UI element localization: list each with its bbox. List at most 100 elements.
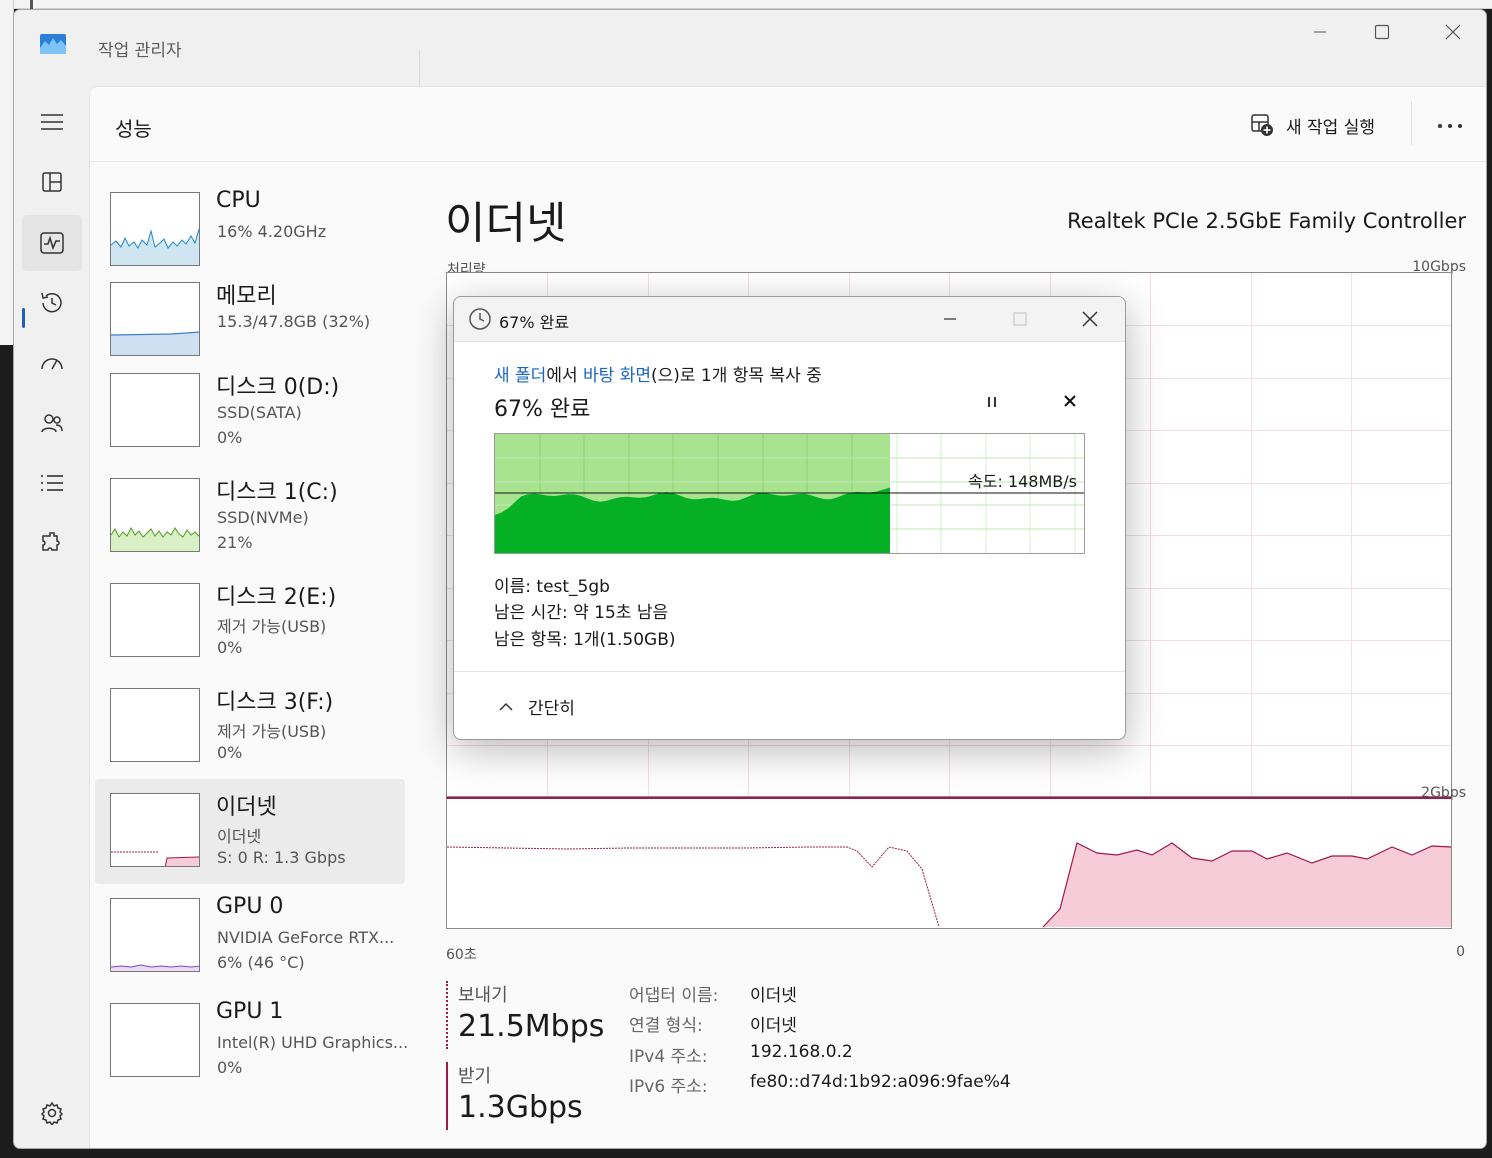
background-window-edge (30, 0, 33, 9)
send-value: 21.5Mbps (458, 1009, 605, 1044)
startup-icon (41, 358, 63, 370)
ethernet-thumbnail (110, 793, 200, 867)
resource-detail: Intel(R) UHD Graphics... (217, 1033, 409, 1052)
fewer-details-label: 간단히 (528, 699, 575, 719)
new-task-icon (1251, 114, 1273, 136)
resource-disk-2[interactable]: 디스크 2(E:) 제거 가능(USB) 0% (95, 569, 405, 674)
items-remaining: 남은 항목: 1개(1.50GB) (494, 630, 676, 650)
details-icon (41, 475, 63, 491)
nav-services[interactable] (22, 515, 82, 571)
adapter-name-value: 이더넷 (750, 986, 797, 1006)
task-manager-app-icon (40, 34, 66, 54)
performance-icon (40, 232, 64, 254)
resource-name: 이더넷 (216, 795, 277, 820)
resource-gpu-1[interactable]: GPU 1 Intel(R) UHD Graphics... 0% (95, 989, 409, 1094)
resource-name: CPU (216, 188, 261, 213)
resource-usage: 0% (217, 638, 243, 657)
maximize-button[interactable] (1361, 16, 1403, 48)
adapter-name-key: 어댑터 이름: (629, 986, 719, 1006)
ipv6-value: fe80::d74d:1b92:a096:9fae%4 (750, 1072, 1011, 1092)
copy-text-mid: 에서 (546, 366, 584, 386)
menu-button[interactable] (22, 94, 82, 150)
resource-name: 디스크 0(D:) (216, 375, 340, 400)
disk-2-thumbnail (110, 583, 200, 657)
maximize-icon (1374, 24, 1390, 40)
resource-name: GPU 0 (216, 894, 284, 919)
pause-icon (988, 397, 996, 407)
resource-disk-0[interactable]: 디스크 0(D:) SSD(SATA) 0% (95, 359, 405, 464)
resource-name: 디스크 2(E:) (216, 585, 337, 610)
copy-speed-graph: 속도: 148MB/s (494, 433, 1085, 554)
resource-usage: 21% (217, 533, 253, 552)
send-indicator (446, 981, 448, 1049)
time-axis-start: 60초 (446, 947, 477, 963)
pause-button[interactable] (984, 394, 1000, 415)
file-name: 이름: test_5gb (494, 577, 610, 597)
chevron-up-icon (499, 702, 513, 711)
resource-usage: 0% (217, 1058, 243, 1077)
minimize-icon (1314, 31, 1326, 33)
nav-performance[interactable] (22, 215, 82, 271)
progress-percent: 67% 완료 (494, 397, 591, 422)
background-window-strip (0, 0, 1492, 9)
nav-settings[interactable] (22, 1085, 82, 1141)
fewer-details-button[interactable]: 간단히 (498, 694, 575, 719)
nav-app-history[interactable] (22, 275, 82, 331)
receive-value: 1.3Gbps (458, 1090, 583, 1125)
time-remaining: 남은 시간: 약 15초 남음 (494, 603, 669, 623)
dialog-title: 67% 완료 (499, 313, 570, 332)
resource-disk-1[interactable]: 디스크 1(C:) SSD(NVMe) 21% (95, 464, 405, 569)
send-label: 보내기 (458, 985, 508, 1006)
close-icon (1445, 24, 1461, 40)
resource-detail: 15.3/47.8GB (32%) (217, 312, 371, 331)
nav-processes[interactable] (22, 154, 82, 210)
source-folder-link[interactable]: 새 폴더 (494, 366, 546, 386)
resource-gpu-0[interactable]: GPU 0 NVIDIA GeForce RTX... 6% (46 °C) (95, 884, 405, 989)
app-history-icon (41, 292, 62, 313)
cancel-copy-button[interactable] (1062, 393, 1078, 414)
resource-usage: S: 0 R: 1.3 Gbps (217, 848, 346, 867)
dialog-separator (454, 671, 1125, 672)
cpu-thumbnail (110, 192, 200, 266)
ipv4-value: 192.168.0.2 (750, 1042, 853, 1062)
maximize-icon (1013, 312, 1027, 326)
receive-indicator (446, 1062, 448, 1130)
throughput-graph-zoomed (446, 797, 1452, 929)
gpu-1-thumbnail (110, 1003, 200, 1077)
minimize-button[interactable] (1299, 16, 1341, 48)
minimize-icon (944, 318, 956, 320)
close-icon (1082, 311, 1098, 327)
close-button[interactable] (1432, 16, 1474, 48)
background-window-left (0, 0, 14, 345)
dialog-minimize-button[interactable] (930, 305, 970, 333)
dialog-close-button[interactable] (1070, 305, 1110, 333)
disk-1-thumbnail (110, 478, 200, 552)
destination-folder-link[interactable]: 바탕 화면 (583, 366, 651, 386)
header-divider (1411, 101, 1412, 145)
memory-thumbnail (110, 282, 200, 356)
window-title: 작업 관리자 (98, 41, 182, 61)
dialog-maximize-button[interactable] (1000, 305, 1040, 333)
more-options-button[interactable] (1436, 111, 1464, 135)
adapter-device-name: Realtek PCIe 2.5GbE Family Controller (1067, 209, 1466, 233)
resource-memory[interactable]: 메모리 15.3/47.8GB (32%) (95, 268, 405, 373)
page-header: 성능 새 작업 실행 (90, 87, 1486, 162)
copy-text-rest: (으)로 1개 항목 복사 중 (650, 366, 822, 386)
title-bar: 작업 관리자 (14, 10, 1486, 86)
resource-detail: 이더넷 (217, 827, 262, 846)
nav-users[interactable] (22, 395, 82, 451)
resource-ethernet[interactable]: 이더넷 이더넷 S: 0 R: 1.3 Gbps (95, 779, 405, 884)
connection-type-key: 연결 형식: (629, 1016, 703, 1036)
run-new-task-label: 새 작업 실행 (1286, 117, 1376, 138)
resource-detail: 16% 4.20GHz (217, 222, 327, 241)
resource-detail: 제거 가능(USB) (217, 617, 327, 636)
page-title: 성능 (115, 117, 152, 141)
resource-detail: 제거 가능(USB) (217, 722, 327, 741)
receive-label: 받기 (458, 1066, 492, 1087)
resource-disk-3[interactable]: 디스크 3(F:) 제거 가능(USB) 0% (95, 674, 405, 779)
disk-0-thumbnail (110, 373, 200, 447)
copy-description: 새 폴더에서 바탕 화면(으)로 1개 항목 복사 중 (494, 361, 822, 386)
run-new-task-button[interactable]: 새 작업 실행 (1250, 111, 1375, 139)
nav-details[interactable] (22, 455, 82, 511)
nav-startup[interactable] (22, 335, 82, 391)
